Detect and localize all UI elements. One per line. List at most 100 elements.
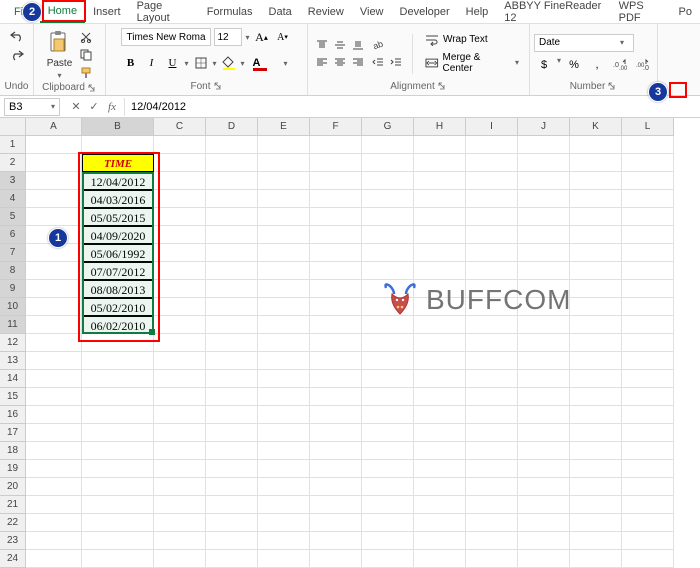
cell[interactable] [258, 496, 310, 514]
cell[interactable] [414, 550, 466, 568]
cell[interactable] [362, 244, 414, 262]
cell[interactable] [206, 550, 258, 568]
cell[interactable] [414, 190, 466, 208]
percent-format-button[interactable]: % [564, 56, 584, 74]
cell[interactable] [258, 388, 310, 406]
cell[interactable] [466, 478, 518, 496]
cell[interactable] [362, 514, 414, 532]
cell[interactable] [622, 136, 674, 154]
cell[interactable] [362, 370, 414, 388]
cell[interactable] [466, 352, 518, 370]
cell[interactable] [466, 496, 518, 514]
cell[interactable] [570, 208, 622, 226]
cell[interactable] [26, 550, 82, 568]
cell[interactable] [414, 514, 466, 532]
row-header[interactable]: 7 [0, 244, 26, 262]
cell[interactable] [362, 136, 414, 154]
cell[interactable] [154, 532, 206, 550]
cell[interactable] [258, 532, 310, 550]
cell[interactable]: 12/04/2012 [82, 172, 154, 190]
font-dialog-launcher[interactable] [213, 81, 223, 91]
cell[interactable] [466, 154, 518, 172]
cell[interactable] [82, 334, 154, 352]
cell[interactable] [466, 172, 518, 190]
increase-decimal-button[interactable]: .0.00 [610, 56, 630, 74]
cell[interactable] [466, 460, 518, 478]
cell[interactable] [362, 532, 414, 550]
cell[interactable] [518, 424, 570, 442]
cell[interactable] [362, 226, 414, 244]
cell[interactable] [206, 388, 258, 406]
cell[interactable] [518, 460, 570, 478]
col-header-I[interactable]: I [466, 118, 518, 136]
fill-color-button[interactable] [220, 54, 238, 72]
cell[interactable] [622, 190, 674, 208]
cell[interactable] [518, 352, 570, 370]
cancel-formula-button[interactable]: ✕ [68, 99, 84, 115]
cell[interactable] [154, 424, 206, 442]
cell[interactable] [362, 352, 414, 370]
cell[interactable] [622, 262, 674, 280]
cell[interactable] [362, 478, 414, 496]
cell[interactable] [258, 298, 310, 316]
cell[interactable] [26, 388, 82, 406]
cell[interactable] [466, 136, 518, 154]
bold-button[interactable]: B [121, 54, 139, 72]
col-header-C[interactable]: C [154, 118, 206, 136]
tab-home[interactable]: Home [40, 1, 85, 23]
cell[interactable] [570, 514, 622, 532]
cell[interactable] [362, 460, 414, 478]
cell[interactable] [362, 406, 414, 424]
row-header[interactable]: 10 [0, 298, 26, 316]
cell[interactable] [466, 514, 518, 532]
cell[interactable] [154, 172, 206, 190]
cell[interactable] [206, 370, 258, 388]
cell[interactable] [26, 280, 82, 298]
cell[interactable]: 04/09/2020 [82, 226, 154, 244]
row-header[interactable]: 18 [0, 442, 26, 460]
cell[interactable] [154, 550, 206, 568]
cell[interactable] [570, 424, 622, 442]
cell[interactable] [518, 262, 570, 280]
cell[interactable] [622, 244, 674, 262]
select-all-corner[interactable] [0, 118, 26, 136]
cell[interactable] [154, 316, 206, 334]
cell[interactable] [26, 442, 82, 460]
cell[interactable] [570, 172, 622, 190]
cell[interactable] [518, 514, 570, 532]
cell[interactable] [466, 226, 518, 244]
cell[interactable] [414, 172, 466, 190]
tab-help[interactable]: Help [458, 2, 497, 22]
cell[interactable] [518, 550, 570, 568]
cell[interactable] [518, 496, 570, 514]
cell[interactable] [414, 136, 466, 154]
cell[interactable] [310, 442, 362, 460]
cell[interactable]: 05/02/2010 [82, 298, 154, 316]
row-header[interactable]: 12 [0, 334, 26, 352]
cell[interactable] [570, 262, 622, 280]
cell[interactable] [258, 370, 310, 388]
cell[interactable] [570, 154, 622, 172]
cell[interactable] [258, 352, 310, 370]
cell[interactable] [622, 370, 674, 388]
cell[interactable] [362, 424, 414, 442]
row-header[interactable]: 6 [0, 226, 26, 244]
cell[interactable] [154, 280, 206, 298]
tab-data[interactable]: Data [261, 2, 300, 22]
cell[interactable]: 08/08/2013 [82, 280, 154, 298]
cell[interactable] [414, 424, 466, 442]
cell[interactable] [518, 226, 570, 244]
cell[interactable] [466, 262, 518, 280]
cell[interactable] [154, 226, 206, 244]
cell[interactable] [570, 334, 622, 352]
cell[interactable] [26, 532, 82, 550]
col-header-D[interactable]: D [206, 118, 258, 136]
cell[interactable] [622, 496, 674, 514]
cell[interactable] [154, 370, 206, 388]
cell[interactable] [154, 208, 206, 226]
tab-developer[interactable]: Developer [392, 2, 458, 22]
align-center-button[interactable] [332, 55, 348, 69]
cell[interactable] [154, 514, 206, 532]
cell[interactable] [622, 442, 674, 460]
cell[interactable] [26, 370, 82, 388]
